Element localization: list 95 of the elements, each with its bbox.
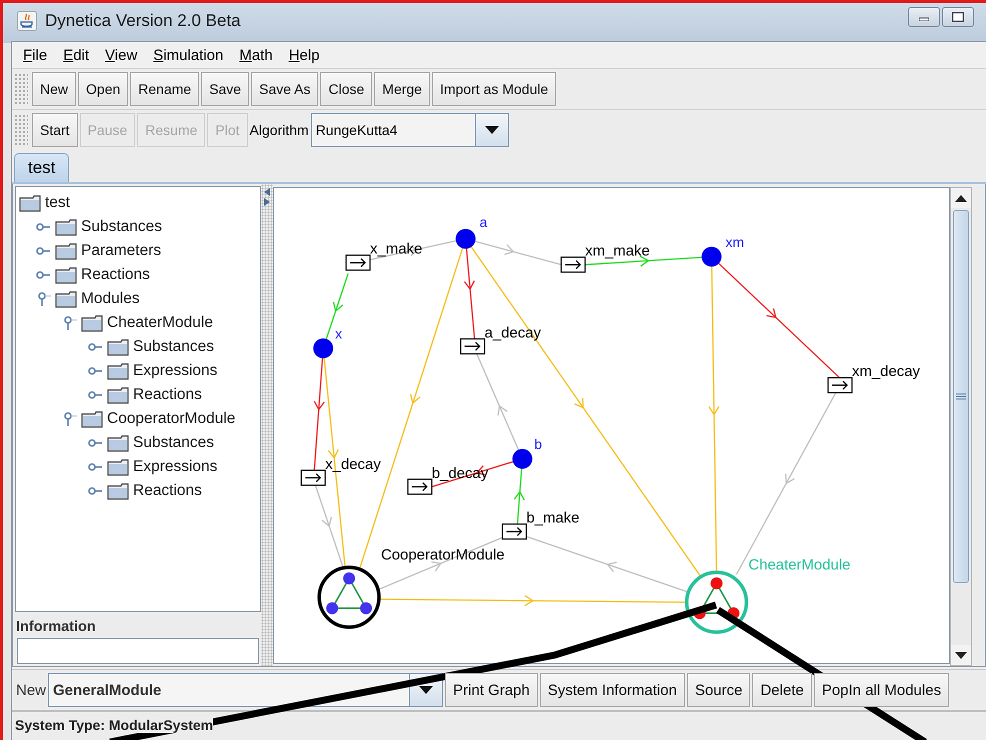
substance-label: b — [534, 436, 542, 452]
substance-label: xm — [726, 234, 744, 250]
expanded-handle-icon[interactable] — [35, 291, 51, 307]
algorithm-label: Algorithm — [250, 122, 309, 138]
reaction-node[interactable] — [346, 254, 371, 271]
reaction-node[interactable] — [828, 377, 853, 394]
tree-item[interactable]: CheaterModule — [107, 314, 213, 332]
expand-right-icon[interactable] — [264, 198, 270, 206]
folder-icon — [55, 266, 77, 284]
document-tab[interactable]: test — [14, 153, 70, 182]
tree-item[interactable]: Reactions — [133, 482, 202, 500]
toolbar-button[interactable]: Open — [78, 72, 128, 106]
toolbar-button[interactable]: Close — [320, 72, 372, 106]
toolbar-grip[interactable] — [14, 114, 28, 146]
folder-icon — [55, 218, 77, 236]
status-text: System Type: ModularSystem — [15, 717, 214, 733]
folder-icon — [19, 194, 41, 212]
algorithm-dropdown[interactable]: RungeKutta4 — [310, 113, 509, 147]
folder-icon — [107, 482, 129, 500]
graph-action-button[interactable]: Source — [686, 673, 750, 707]
substance-node[interactable] — [512, 448, 532, 469]
maximize-button[interactable] — [942, 7, 974, 27]
tree-item[interactable]: Expressions — [133, 458, 218, 476]
expanded-handle-icon[interactable] — [61, 315, 77, 331]
reaction-label: b_make — [526, 510, 580, 527]
folder-icon — [81, 410, 103, 428]
reaction-label: x_make — [370, 240, 422, 258]
menu-item[interactable]: Edit — [56, 44, 96, 66]
menu-item[interactable]: Simulation — [146, 44, 230, 66]
folder-icon — [55, 290, 77, 308]
menu-item[interactable]: Help — [282, 44, 327, 66]
folder-icon — [55, 242, 77, 260]
collapse-left-icon[interactable] — [264, 188, 270, 196]
information-header: Information — [15, 618, 97, 637]
expanded-handle-icon[interactable] — [61, 411, 77, 427]
dropdown-arrow-icon — [419, 686, 434, 694]
substance-node[interactable] — [313, 338, 334, 358]
information-field[interactable] — [17, 638, 259, 664]
toolbar-grip[interactable] — [14, 73, 28, 105]
reaction-label: xm_decay — [852, 363, 920, 380]
folder-icon — [81, 314, 103, 332]
graph-action-button[interactable]: Delete — [752, 673, 812, 707]
tree-item[interactable]: Modules — [81, 290, 140, 308]
reaction-node[interactable] — [560, 256, 586, 273]
simulation-button[interactable]: Start — [32, 113, 78, 147]
window-title: Dynetica Version 2.0 Beta — [45, 11, 241, 31]
tree-item[interactable]: test — [45, 194, 70, 212]
reaction-node[interactable] — [460, 338, 486, 354]
module-node[interactable] — [317, 566, 381, 629]
minimize-button[interactable] — [908, 7, 940, 27]
scroll-down-icon[interactable] — [955, 652, 967, 658]
dropdown-arrow-icon — [484, 126, 499, 134]
substance-node[interactable] — [702, 246, 722, 267]
tree-item[interactable]: Substances — [81, 218, 162, 236]
scroll-up-icon[interactable] — [955, 194, 967, 202]
toolbar-button[interactable]: Rename — [130, 72, 200, 106]
module-label: CooperatorModule — [380, 546, 505, 564]
reaction-node[interactable] — [407, 478, 432, 495]
menu-item[interactable]: File — [16, 44, 54, 66]
tree-item[interactable]: Parameters — [81, 242, 162, 260]
tree-item[interactable]: Substances — [133, 434, 214, 452]
graph-action-button[interactable]: Print Graph — [445, 673, 538, 707]
reaction-label: xm_make — [585, 242, 650, 260]
substance-label: x — [335, 325, 342, 342]
folder-icon — [107, 386, 129, 404]
new-label: New — [16, 682, 46, 698]
scroll-thumb[interactable] — [953, 210, 969, 583]
module-node[interactable] — [684, 570, 748, 634]
folder-icon — [107, 338, 129, 356]
module-label: CheaterModule — [748, 556, 850, 574]
folder-icon — [107, 434, 129, 452]
tree-item[interactable]: CooperatorModule — [107, 410, 236, 428]
maximize-icon — [952, 12, 964, 22]
toolbar-button[interactable]: Import as Module — [432, 72, 556, 106]
substance-node[interactable] — [456, 228, 476, 249]
toolbar-button[interactable]: New — [32, 72, 76, 106]
vertical-scrollbar[interactable] — [950, 187, 972, 666]
tree-item[interactable]: Substances — [133, 338, 214, 356]
tree-item[interactable]: Reactions — [133, 386, 202, 404]
app-icon — [17, 11, 37, 31]
substance-label: a — [480, 214, 488, 230]
toolbar-button[interactable]: Save — [201, 72, 250, 106]
reaction-node[interactable] — [300, 470, 326, 486]
tree-item[interactable]: Reactions — [81, 266, 150, 284]
graph-action-button[interactable]: System Information — [540, 673, 685, 707]
menu-item[interactable]: View — [98, 44, 144, 66]
folder-icon — [107, 362, 129, 380]
toolbar-button[interactable]: Merge — [374, 72, 430, 106]
graph-action-button[interactable]: PopIn all Modules — [814, 673, 950, 707]
folder-icon — [107, 458, 129, 476]
module-type-dropdown[interactable]: GeneralModule — [48, 673, 444, 707]
tree-item[interactable]: Expressions — [133, 362, 218, 380]
toolbar-button[interactable]: Save As — [251, 72, 318, 106]
menu-item[interactable]: Math — [232, 44, 280, 66]
reaction-node[interactable] — [502, 523, 527, 540]
